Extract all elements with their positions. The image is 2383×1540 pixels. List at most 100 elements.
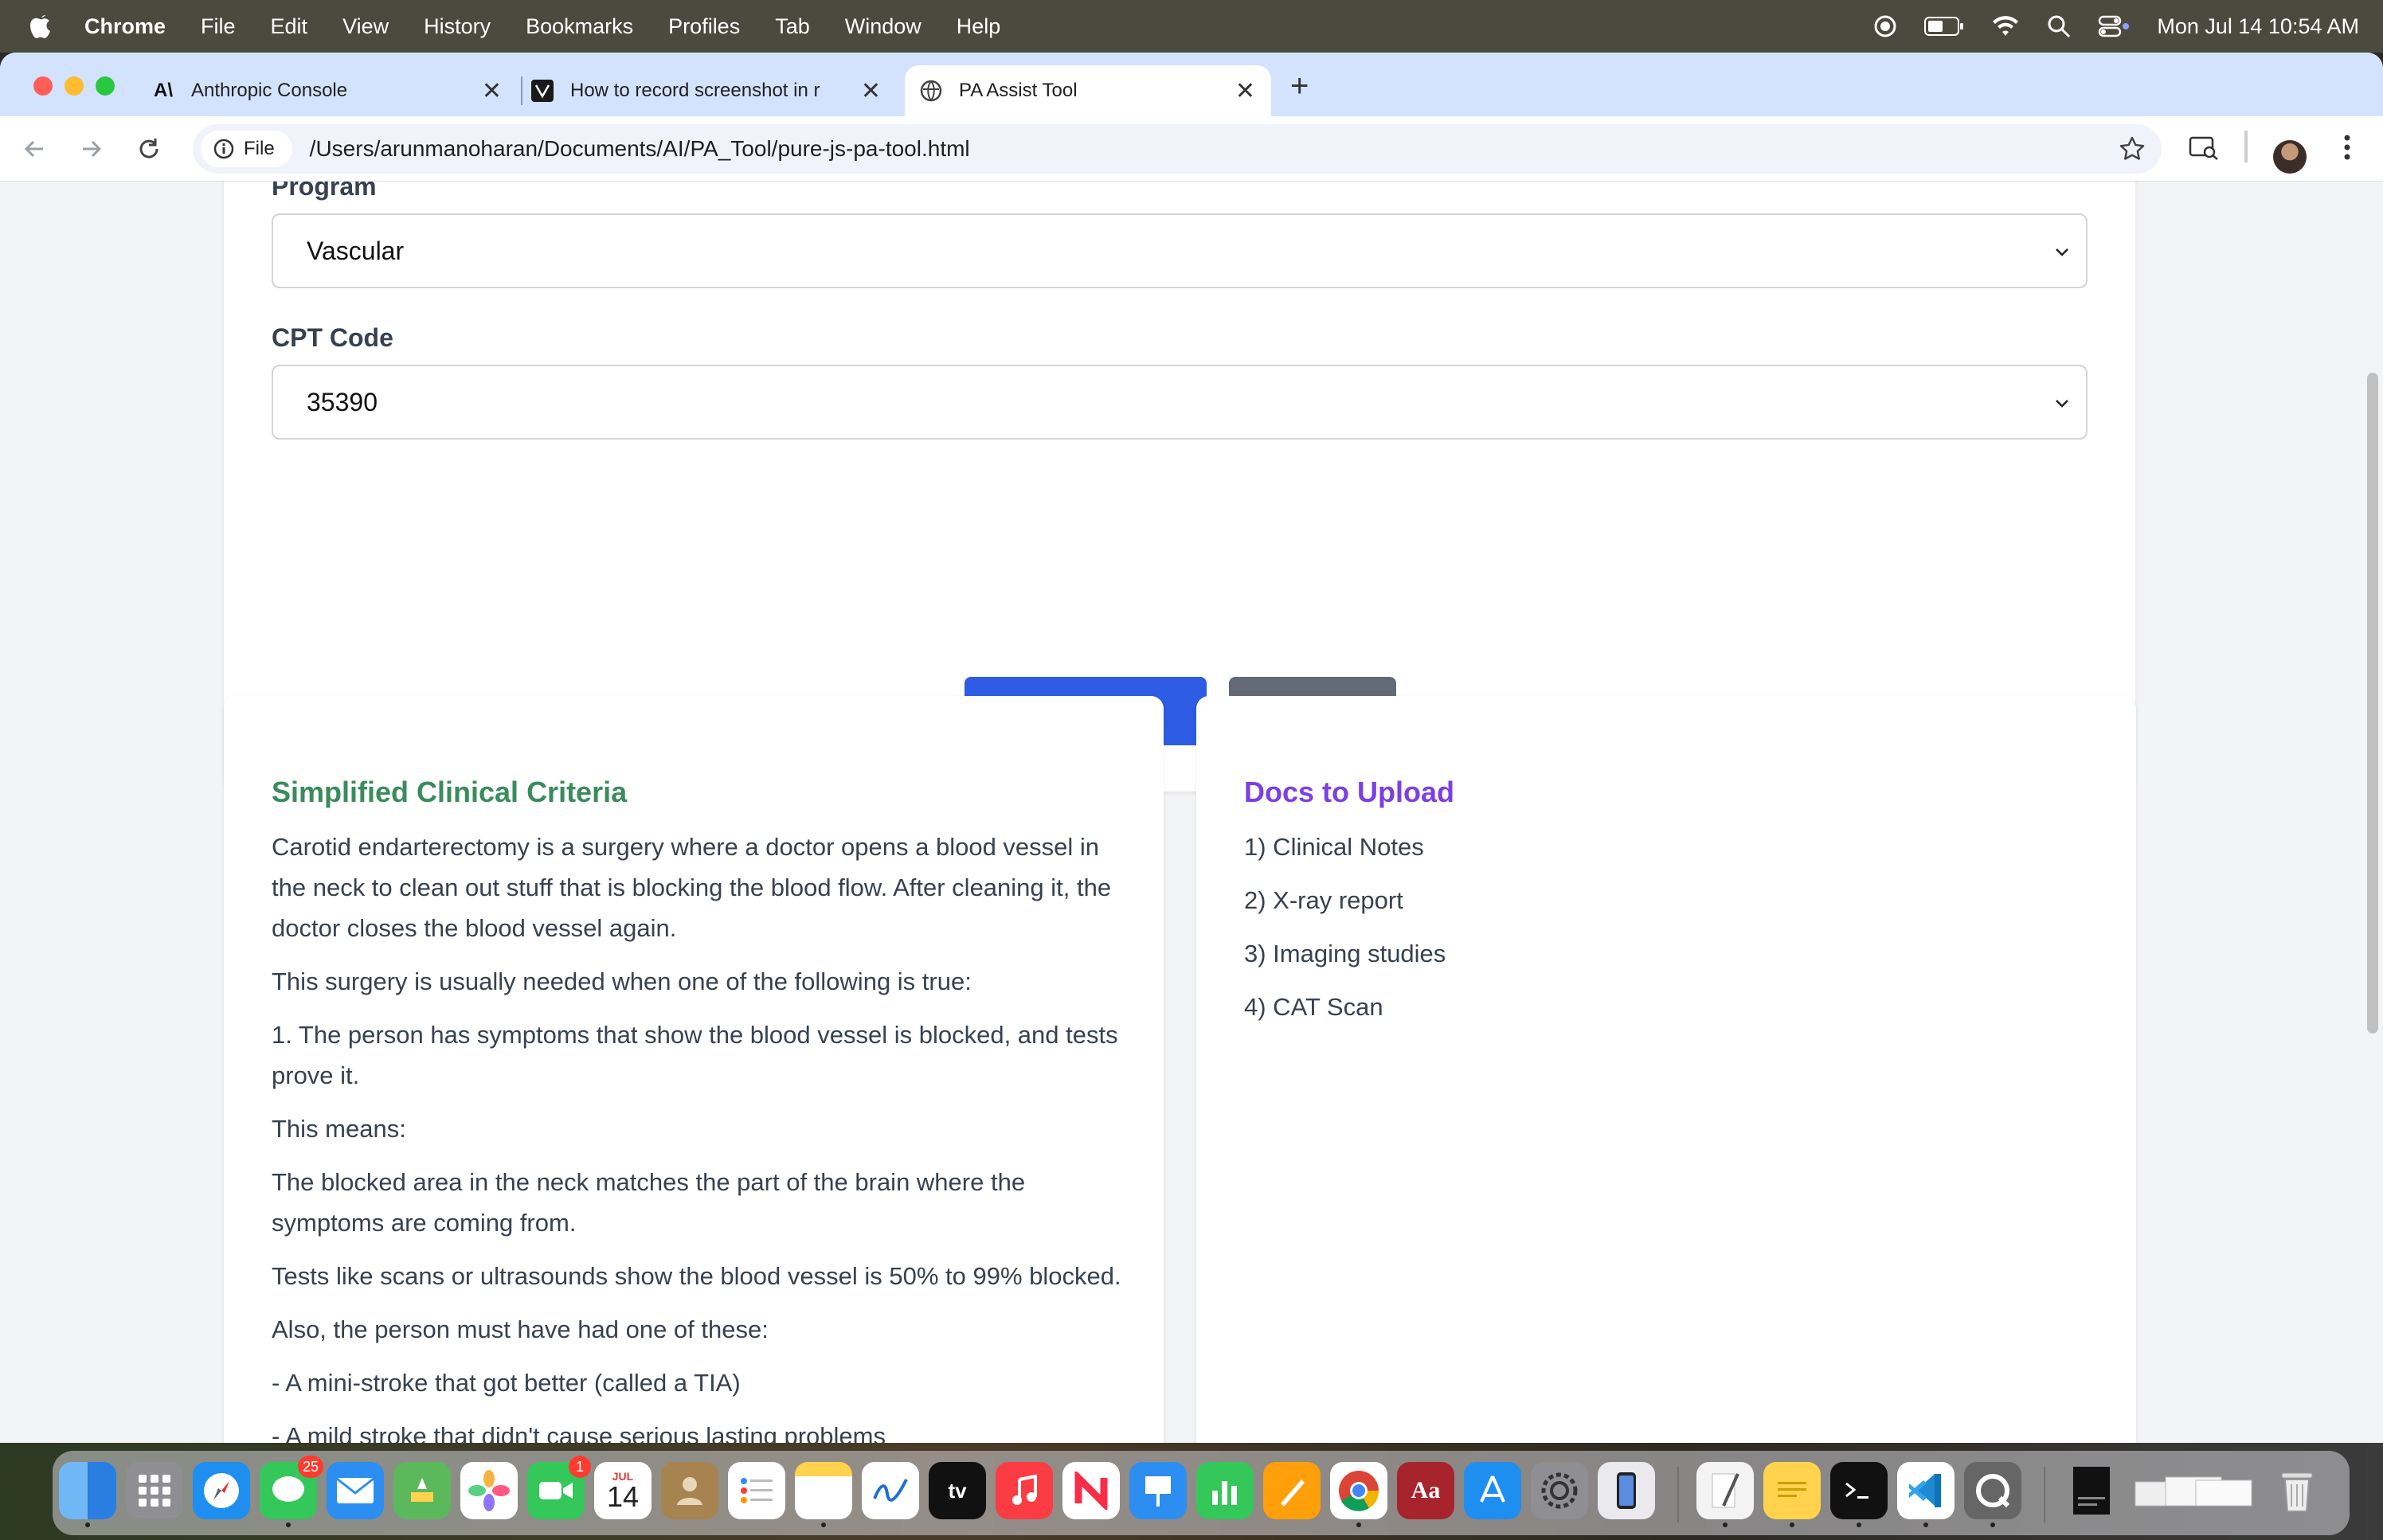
close-tab-icon[interactable]: ✕ xyxy=(1235,77,1255,105)
menu-history[interactable]: History xyxy=(424,14,491,39)
numbers-icon[interactable] xyxy=(1196,1462,1254,1519)
facetime-icon[interactable]: 1 xyxy=(527,1456,591,1519)
menu-profiles[interactable]: Profiles xyxy=(668,14,740,39)
anthropic-icon: A\ xyxy=(154,80,173,101)
messages-badge: 25 xyxy=(297,1456,323,1478)
page-viewport: Program Vascular CPT Code 35390 Get Crit… xyxy=(0,182,2383,1443)
profile-avatar[interactable] xyxy=(2273,140,2307,174)
menu-view[interactable]: View xyxy=(342,14,389,39)
info-icon xyxy=(213,139,234,159)
apple-tv-icon[interactable]: tv xyxy=(929,1462,986,1519)
wifi-icon[interactable] xyxy=(1991,15,2020,37)
messages-icon[interactable]: 25 xyxy=(260,1456,323,1527)
doc-item: 4) CAT Scan xyxy=(1244,993,1383,1021)
apple-icon[interactable] xyxy=(29,13,61,40)
app-store-icon[interactable] xyxy=(1464,1462,1521,1519)
calendar-icon[interactable]: JUL 14 xyxy=(594,1462,652,1519)
vscode-icon[interactable] xyxy=(1897,1462,1955,1527)
iphone-mirroring-icon[interactable] xyxy=(1598,1462,1655,1519)
tab-title: Anthropic Console xyxy=(191,80,348,101)
finder-icon[interactable] xyxy=(59,1462,116,1527)
spotlight-search-icon[interactable] xyxy=(2047,14,2071,38)
keynote-icon[interactable] xyxy=(1129,1462,1187,1519)
battery-icon[interactable] xyxy=(1924,16,1964,37)
control-center-icon[interactable] xyxy=(2098,14,2130,38)
docs-card: Docs to Upload 1) Clinical Notes 2) X-ra… xyxy=(1196,696,2136,1443)
stickies-icon[interactable] xyxy=(1763,1462,1821,1527)
chrome-icon[interactable] xyxy=(1330,1462,1387,1527)
system-settings-icon[interactable] xyxy=(1531,1462,1588,1519)
menu-app-name[interactable]: Chrome xyxy=(84,14,166,39)
browser-window: A\ Anthropic Console ✕ How to record scr… xyxy=(0,53,2383,1443)
menu-bookmarks[interactable]: Bookmarks xyxy=(526,14,633,39)
url-text[interactable]: /Users/arunmanoharan/Documents/AI/PA_Too… xyxy=(310,136,970,162)
document-thumbnail-icon[interactable] xyxy=(2063,1462,2120,1519)
forward-icon[interactable] xyxy=(73,131,110,167)
reload-icon[interactable] xyxy=(131,131,167,167)
tab-anthropic-console[interactable]: A\ Anthropic Console ✕ xyxy=(151,65,518,116)
screen-record-icon[interactable] xyxy=(1873,14,1897,38)
criteria-paragraph: Also, the person must have had one of th… xyxy=(272,1315,769,1343)
docs-title: Docs to Upload xyxy=(1244,776,1455,808)
downloads-stack-icon[interactable] xyxy=(2130,1462,2257,1519)
menu-file[interactable]: File xyxy=(201,14,236,39)
criteria-body: Carotid endarterectomy is a surgery wher… xyxy=(272,827,1124,1443)
dock: 25 1 JUL 14 tv Aa xyxy=(53,1451,2350,1535)
safari-icon[interactable] xyxy=(193,1462,250,1519)
reminders-icon[interactable] xyxy=(728,1462,785,1519)
menu-edit[interactable]: Edit xyxy=(271,14,308,39)
criteria-paragraph: - A mini-stroke that got better (called … xyxy=(272,1369,741,1397)
launchpad-icon[interactable] xyxy=(126,1462,183,1519)
menu-tab[interactable]: Tab xyxy=(775,14,810,39)
minimize-window-button[interactable] xyxy=(65,76,84,96)
news-icon[interactable] xyxy=(1062,1462,1120,1519)
menu-window[interactable]: Window xyxy=(845,14,922,39)
menubar-clock[interactable]: Mon Jul 14 10:54 AM xyxy=(2157,14,2359,39)
notes-icon[interactable] xyxy=(795,1462,852,1527)
trash-icon[interactable] xyxy=(2268,1462,2326,1519)
new-tab-icon[interactable]: + xyxy=(1290,68,1309,104)
pages-icon[interactable] xyxy=(1263,1462,1321,1519)
doc-item: 3) Imaging studies xyxy=(1244,940,1446,967)
close-tab-icon[interactable]: ✕ xyxy=(482,77,502,105)
program-select[interactable]: Vascular xyxy=(272,213,2088,288)
facetime-badge: 1 xyxy=(569,1456,591,1478)
dictionary-icon[interactable]: Aa xyxy=(1397,1462,1454,1519)
tab-separator xyxy=(521,76,522,105)
docs-list: 1) Clinical Notes 2) X-ray report 3) Ima… xyxy=(1244,827,1446,1040)
page-scrollbar[interactable] xyxy=(2367,373,2378,1034)
dock-separator xyxy=(1677,1467,1679,1522)
back-icon[interactable] xyxy=(16,131,53,167)
address-bar[interactable]: File /Users/arunmanoharan/Documents/AI/P… xyxy=(193,124,2162,174)
criteria-paragraph: This means: xyxy=(272,1115,406,1143)
criteria-paragraph: Tests like scans or ultrasounds show the… xyxy=(272,1262,1121,1290)
dock-separator xyxy=(2044,1467,2045,1522)
contacts-icon[interactable] xyxy=(661,1462,718,1519)
menu-bar: Chrome File Edit View History Bookmarks … xyxy=(0,0,2383,53)
quicktime-icon[interactable] xyxy=(1964,1462,2021,1527)
cpt-code-selected-value: 35390 xyxy=(307,387,378,416)
close-tab-icon[interactable]: ✕ xyxy=(861,77,881,105)
criteria-card: Simplified Clinical Criteria Carotid end… xyxy=(224,696,1164,1443)
tab-record-screenshot[interactable]: How to record screenshot in r ✕ xyxy=(530,65,897,116)
cpt-code-select[interactable]: 35390 xyxy=(272,365,2088,440)
terminal-icon[interactable] xyxy=(1830,1462,1888,1527)
photos-icon[interactable] xyxy=(460,1462,518,1519)
calendar-day: 14 xyxy=(606,1480,640,1513)
close-window-button[interactable] xyxy=(33,76,53,96)
more-menu-icon[interactable] xyxy=(2335,131,2359,164)
tab-search-icon[interactable] xyxy=(2187,131,2221,164)
mail-icon[interactable] xyxy=(327,1462,384,1519)
zoom-window-button[interactable] xyxy=(96,76,115,96)
tab-pa-assist-tool[interactable]: PA Assist Tool ✕ xyxy=(905,65,1271,116)
site-info-chip[interactable]: File xyxy=(201,131,292,167)
menu-help[interactable]: Help xyxy=(957,14,1001,39)
criteria-paragraph: This surgery is usually needed when one … xyxy=(272,967,972,995)
maps-icon[interactable] xyxy=(393,1462,451,1519)
program-label: Program xyxy=(272,182,377,201)
textedit-icon[interactable] xyxy=(1696,1462,1754,1527)
freeform-icon[interactable] xyxy=(862,1462,919,1519)
music-icon[interactable] xyxy=(996,1462,1053,1519)
criteria-paragraph: 1. The person has symptoms that show the… xyxy=(272,1021,1118,1089)
bookmark-star-icon[interactable] xyxy=(2119,135,2146,166)
